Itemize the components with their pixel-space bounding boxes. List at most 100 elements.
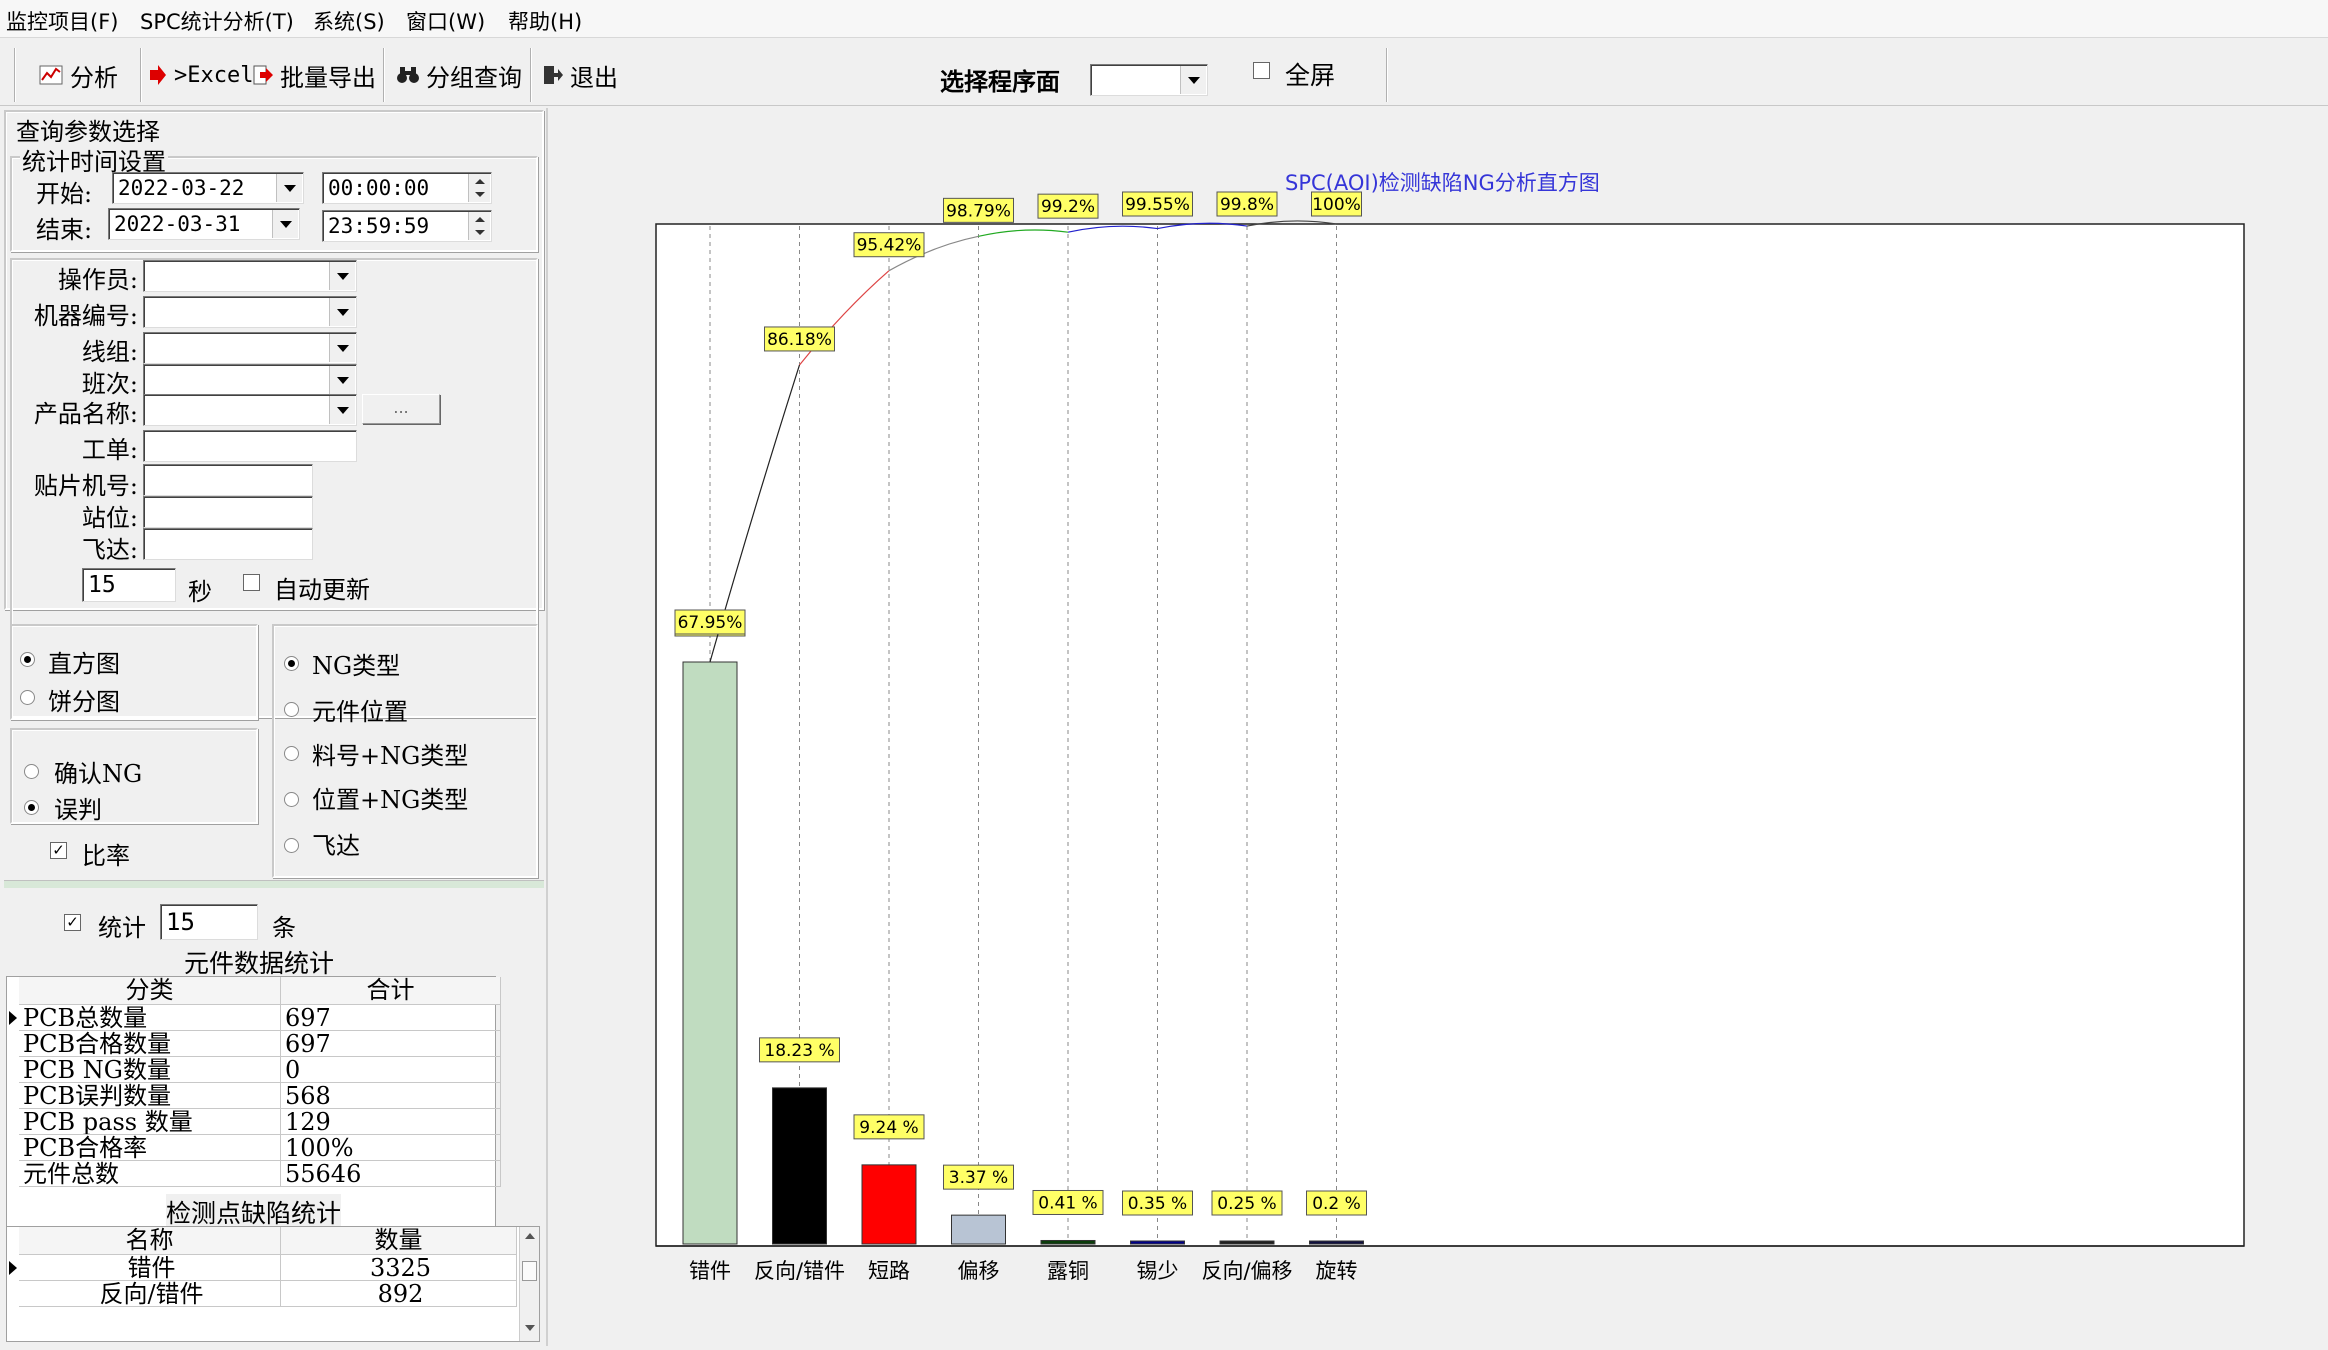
menu-system[interactable]: 系统(S) (313, 6, 385, 36)
row-name: 反向/错件 (19, 1281, 281, 1307)
feeder-input[interactable] (143, 528, 313, 560)
batch-export-button[interactable]: 批量导出 (252, 52, 376, 98)
scroll-thumb[interactable] (522, 1261, 537, 1281)
confirm-ng-radio[interactable] (24, 764, 39, 779)
start-time-input[interactable]: 00:00:00 (322, 172, 492, 204)
group-by-position-radio[interactable] (284, 702, 299, 717)
ratio-label: 比率 (82, 842, 130, 870)
chevron-down-icon[interactable] (276, 174, 302, 202)
row-total: 55646 (281, 1161, 501, 1187)
program-side-select[interactable] (1090, 64, 1208, 96)
refresh-seconds-value: 15 (88, 572, 116, 598)
stat-count-input[interactable]: 15 (160, 904, 258, 940)
bar (951, 1214, 1006, 1245)
group-by-feeder-radio[interactable] (284, 838, 299, 853)
group-by-part-ng-radio[interactable] (284, 746, 299, 761)
excel-label: >Excel (174, 62, 254, 88)
browse-product-button[interactable]: ... (362, 394, 440, 424)
chevron-down-icon[interactable] (272, 210, 298, 238)
start-date-picker[interactable]: 2022-03-22 (112, 172, 304, 204)
refresh-seconds-input[interactable]: 15 (82, 568, 176, 602)
stat-count-checkbox[interactable]: ✓ (64, 914, 81, 931)
splitter[interactable] (4, 880, 544, 888)
defect-stats-title: 检测点缺陷统计 (166, 1194, 342, 1230)
row-total: 129 (281, 1109, 501, 1135)
row-total: 100% (281, 1135, 501, 1161)
mounter-no-label: 贴片机号: (33, 472, 138, 500)
start-label: 开始: (36, 180, 93, 208)
pie-chart-label: 饼分图 (48, 688, 120, 716)
vertical-scrollbar[interactable] (519, 1227, 539, 1341)
menu-help[interactable]: 帮助(H) (508, 6, 582, 36)
spin-arrows-icon[interactable] (468, 212, 490, 240)
exit-door-icon (544, 66, 563, 84)
fullscreen-checkbox[interactable] (1253, 62, 1270, 79)
row-name: 错件 (19, 1255, 281, 1281)
analyze-button[interactable]: 分析 (38, 52, 118, 98)
operator-select[interactable] (143, 260, 357, 292)
program-side-label: 选择程序面 (940, 67, 1060, 96)
work-order-input[interactable] (143, 430, 357, 462)
chevron-down-icon[interactable] (329, 396, 355, 424)
bar (1130, 1240, 1185, 1245)
ratio-checkbox[interactable]: ✓ (50, 842, 67, 859)
toolbar-separator (140, 48, 142, 102)
menu-spc[interactable]: SPC统计分析(T) (140, 6, 294, 36)
pareto-chart: SPC(AOI)检测缺陷NG分析直方图 67.95% 错件 18.23 % 反向/错件… (655, 171, 2245, 1283)
station-input[interactable] (143, 496, 313, 528)
chevron-down-icon[interactable] (329, 298, 355, 326)
auto-refresh-checkbox[interactable] (243, 574, 260, 591)
x-tick-label: 旋转 (1316, 1259, 1358, 1283)
machine-no-label: 机器编号: (33, 302, 138, 330)
line-group-select[interactable] (143, 332, 357, 364)
group-by-position-ng-radio[interactable] (284, 792, 299, 807)
defect-header-count: 数量 (281, 1227, 517, 1255)
row-total: 697 (281, 1031, 501, 1057)
fullscreen-label: 全屏 (1285, 61, 1336, 90)
menu-window[interactable]: 窗口(W) (406, 6, 485, 36)
export-icon (253, 65, 273, 85)
scroll-down-icon[interactable] (525, 1325, 535, 1331)
defect-header-name: 名称 (19, 1227, 281, 1255)
row-category: PCB合格率 (19, 1135, 281, 1161)
shift-select[interactable] (143, 364, 357, 396)
x-tick-label: 偏移 (958, 1259, 1000, 1283)
chevron-down-icon[interactable] (329, 366, 355, 394)
row-category: PCB NG数量 (19, 1057, 281, 1083)
bar (1040, 1239, 1096, 1245)
chevron-down-icon[interactable] (329, 334, 355, 362)
menu-monitor[interactable]: 监控项目(F) (6, 6, 118, 36)
end-time-input[interactable]: 23:59:59 (322, 210, 492, 242)
row-pointer-icon (9, 1261, 17, 1275)
chevron-down-icon[interactable] (329, 262, 355, 290)
row-category: PCB合格数量 (19, 1031, 281, 1057)
x-tick-label: 错件 (689, 1259, 731, 1283)
end-date-picker[interactable]: 2022-03-31 (108, 208, 300, 240)
spin-arrows-icon[interactable] (468, 174, 490, 202)
product-name-select[interactable] (143, 394, 357, 426)
histogram-radio[interactable] (20, 652, 35, 667)
mounter-no-input[interactable] (143, 464, 313, 496)
misjudge-label: 误判 (54, 796, 102, 824)
misjudge-radio[interactable] (24, 800, 39, 815)
bar-value-label: 18.23 % (764, 1041, 834, 1061)
machine-no-select[interactable] (143, 296, 357, 328)
exit-button[interactable]: 退出 (542, 52, 618, 98)
bar (1219, 1240, 1275, 1245)
group-query-label: 分组查询 (426, 63, 522, 92)
group-by-feeder-label: 飞达 (312, 832, 360, 860)
bar (682, 661, 738, 1245)
cumulative-label: 100% (1312, 195, 1361, 215)
excel-export-button[interactable]: >Excel (148, 52, 253, 98)
end-time-value: 23:59:59 (328, 214, 430, 238)
bar (1309, 1240, 1364, 1245)
group-by-ng-type-radio[interactable] (284, 656, 299, 671)
group-query-button[interactable]: 分组查询 (396, 52, 522, 98)
analyze-label: 分析 (70, 63, 118, 92)
scroll-up-icon[interactable] (525, 1233, 535, 1239)
bar-value-label: 0.41 % (1038, 1193, 1097, 1213)
chevron-down-icon[interactable] (1180, 66, 1206, 94)
component-stats-title: 元件数据统计 (184, 949, 335, 978)
bar-value-label: 0.2 % (1312, 1194, 1361, 1214)
pie-chart-radio[interactable] (20, 690, 35, 705)
